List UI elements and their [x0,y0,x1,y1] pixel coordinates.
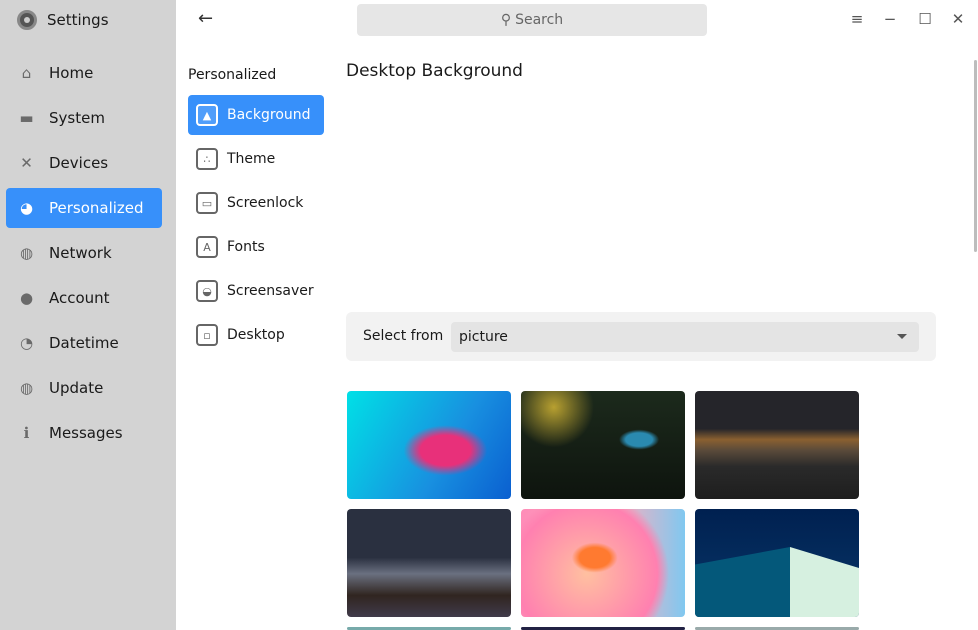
sidebar-item-label: Network [49,244,112,262]
minimize-button[interactable]: − [880,10,900,28]
search-placeholder: Search [515,12,564,28]
subnav-item-label: Screenlock [227,195,304,211]
chevron-down-icon [897,334,907,339]
subnav-item-screensaver[interactable]: ◒ Screensaver [188,271,324,311]
sidebar-item-datetime[interactable]: ◔ Datetime [6,323,162,363]
palette-icon: ∴ [196,148,218,170]
subnav-item-background[interactable]: ▲ Background [188,95,324,135]
sidebar: Settings ⌂ Home ▬ System ✕ Devices ◕ Personaliz… [0,0,176,630]
menu-button[interactable]: ≡ [847,10,867,28]
app-title: Settings [17,10,109,30]
globe-icon: ◍ [19,244,34,262]
select-from-label: Select from [363,328,444,344]
image-icon: ▲ [196,104,218,126]
info-icon: ℹ [23,424,30,442]
sidebar-item-system[interactable]: ▬ System [6,98,162,138]
update-icon: ◍ [19,379,34,397]
wallpaper-thumbnail[interactable] [695,509,859,617]
subnav-item-label: Fonts [227,239,265,255]
subnav-item-theme[interactable]: ∴ Theme [188,139,324,179]
sidebar-item-messages[interactable]: ℹ Messages [6,413,162,453]
wallpaper-thumbnail[interactable] [695,391,859,499]
subnav-item-label: Desktop [227,327,285,343]
sidebar-item-label: Personalized [49,199,144,217]
dropdown-value: picture [459,329,508,345]
subnav-heading: Personalized [188,67,277,83]
sidebar-item-label: Account [49,289,110,307]
screenlock-icon: ▭ [196,192,218,214]
sidebar-item-network[interactable]: ◍ Network [6,233,162,273]
select-from-row: Select from picture [346,312,936,361]
subnav-item-label: Background [227,107,311,123]
settings-gear-icon [17,10,37,30]
maximize-button[interactable]: ☐ [915,10,935,28]
back-button[interactable]: ← [198,8,213,29]
thumbnail-shape [695,547,790,617]
sidebar-item-label: System [49,109,105,127]
tools-icon: ✕ [20,154,33,172]
subnav-item-fonts[interactable]: A Fonts [188,227,324,267]
clock-icon: ◔ [19,334,34,352]
sidebar-item-update[interactable]: ◍ Update [6,368,162,408]
sidebar-item-personalized[interactable]: ◕ Personalized [6,188,162,228]
background-source-dropdown[interactable]: picture [451,322,919,352]
sidebar-item-label: Datetime [49,334,119,352]
sidebar-item-account[interactable]: ● Account [6,278,162,318]
monitor-icon: ▬ [19,109,34,127]
screensaver-icon: ◒ [196,280,218,302]
sidebar-item-devices[interactable]: ✕ Devices [6,143,162,183]
palette-icon: ◕ [19,199,34,217]
subnav-item-screenlock[interactable]: ▭ Screenlock [188,183,324,223]
sidebar-item-label: Devices [49,154,109,172]
desktop-icon: ▫ [196,324,218,346]
search-icon: ⚲ [500,12,512,28]
search-input[interactable]: ⚲ Search [357,4,707,36]
wallpaper-thumbnail[interactable] [347,391,511,499]
app-title-text: Settings [47,11,109,29]
home-icon: ⌂ [21,64,32,82]
thumbnail-shape [790,547,859,617]
wallpaper-thumbnail[interactable] [521,509,685,617]
subnav-item-label: Screensaver [227,283,314,299]
user-icon: ● [19,289,34,307]
sidebar-item-label: Home [49,64,94,82]
fonts-icon: A [196,236,218,258]
subnav-item-desktop[interactable]: ▫ Desktop [188,315,324,355]
wallpaper-thumbnail[interactable] [347,509,511,617]
sidebar-item-label: Messages [49,424,123,442]
close-button[interactable]: ✕ [948,10,968,28]
sidebar-item-home[interactable]: ⌂ Home [6,53,162,93]
subnav-item-label: Theme [227,151,276,167]
scrollbar[interactable] [974,60,977,252]
page-title: Desktop Background [346,61,523,81]
sidebar-item-label: Update [49,379,104,397]
wallpaper-thumbnail[interactable] [521,391,685,499]
